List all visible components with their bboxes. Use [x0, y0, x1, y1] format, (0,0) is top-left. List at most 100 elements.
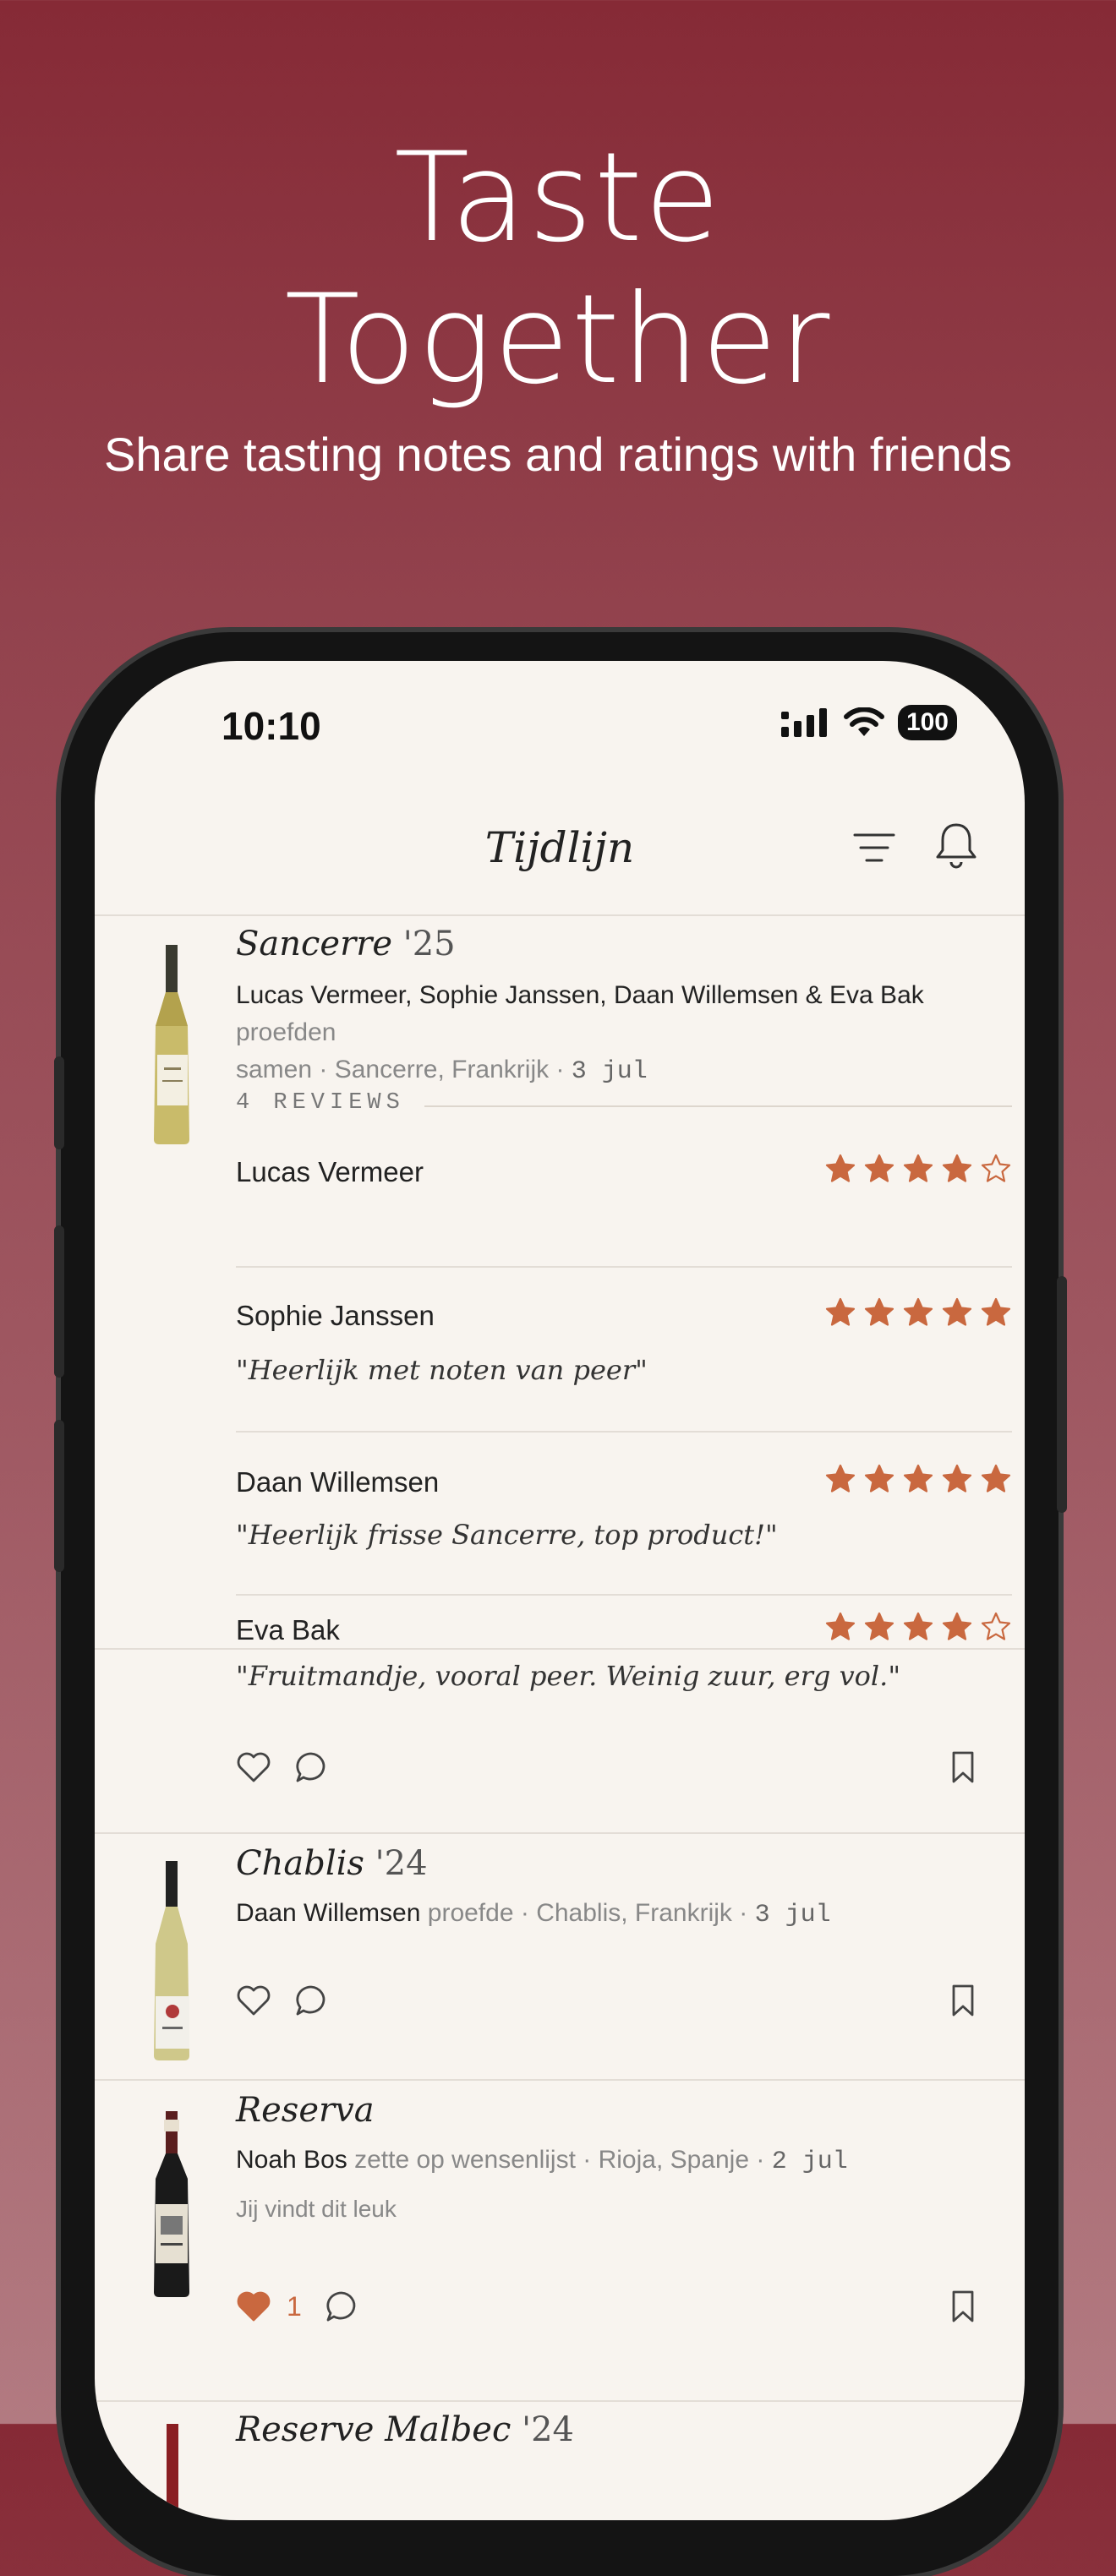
- divider: [424, 1105, 1012, 1107]
- star-filled-icon: [903, 1297, 933, 1326]
- post-date: 2 jul: [771, 2148, 848, 2176]
- post-meta: Noah Bos zette op wensenlijst · Rioja, S…: [236, 2146, 848, 2176]
- wine-name[interactable]: Chablis '24: [236, 1844, 428, 1883]
- wine-bottle-image: [154, 2111, 189, 2297]
- post-date: 3 jul: [754, 1901, 831, 1929]
- nav-bar: Tijdlijn: [95, 788, 1025, 916]
- timeline-post[interactable]: Sancerre '25 Lucas Vermeer, Sophie Janss…: [95, 916, 1025, 1650]
- wine-bottle-image: [167, 2424, 178, 2520]
- bookmark-icon[interactable]: [949, 2289, 977, 2324]
- promo-subheadline: Share tasting notes and ratings with fri…: [104, 428, 1012, 481]
- post-location: Sancerre, Frankrijk: [334, 1056, 550, 1083]
- phone-action-button: [54, 1056, 64, 1149]
- post-action: proefde: [427, 1899, 514, 1927]
- star-filled-icon: [825, 1464, 856, 1493]
- battery-indicator: 100: [897, 705, 957, 740]
- review-item: Eva Bak "Fruitmandje, vooral peer. Weini…: [236, 1611, 1012, 1741]
- post-action: zette op wensenlijst: [354, 2146, 576, 2174]
- comment-icon[interactable]: [293, 1749, 329, 1785]
- star-rating: [824, 1463, 1012, 1495]
- star-empty-icon: [981, 1154, 1011, 1182]
- star-filled-icon: [903, 1464, 933, 1493]
- review-quote: "Heerlijk frisse Sancerre, top product!": [236, 1519, 778, 1551]
- bookmark-icon[interactable]: [949, 1983, 977, 2018]
- post-actions: 1: [236, 2289, 359, 2324]
- like-count: 1: [287, 2290, 302, 2322]
- review-quote: "Fruitmandje, vooral peer. Weinig zuur, …: [236, 1660, 901, 1692]
- bookmark-icon[interactable]: [949, 1749, 977, 1785]
- reviewer-name[interactable]: Lucas Vermeer: [236, 1156, 424, 1188]
- post-action: proefden: [236, 1018, 336, 1046]
- star-filled-icon: [903, 1612, 933, 1640]
- status-bar: 10:10 100: [95, 661, 1025, 788]
- wine-vintage: '25: [402, 925, 456, 963]
- cellular-signal-icon: [780, 708, 827, 737]
- wine-title: Reserva: [236, 2091, 375, 2130]
- app-screen: 10:10 100 Tijdlijn Sancerre '25 Lucas Ve…: [95, 661, 1025, 2520]
- heart-filled-icon[interactable]: [236, 2289, 271, 2323]
- comment-icon[interactable]: [324, 2289, 359, 2324]
- wine-title: Sancerre: [236, 925, 392, 963]
- star-filled-icon: [825, 1154, 856, 1182]
- star-rating: [824, 1296, 1012, 1329]
- filter-icon[interactable]: [851, 825, 897, 870]
- headline-line-1: Taste: [394, 126, 722, 270]
- wine-vintage: '24: [375, 1844, 428, 1883]
- star-filled-icon: [903, 1154, 933, 1182]
- post-person[interactable]: Noah Bos: [236, 2146, 347, 2174]
- wine-bottle-image: [154, 945, 189, 1144]
- star-empty-icon: [981, 1612, 1011, 1640]
- star-rating: [824, 1153, 1012, 1185]
- post-actions: [236, 1983, 329, 2018]
- wine-vintage: '24: [522, 2410, 574, 2449]
- review-quote: "Heerlijk met noten van peer": [236, 1354, 648, 1386]
- wine-name[interactable]: Reserva: [236, 2091, 375, 2130]
- review-item: Daan Willemsen "Heerlijk frisse Sancerre…: [236, 1431, 1012, 1596]
- timeline-post[interactable]: Chablis '24 Daan Willemsen proefde · Cha…: [95, 1834, 1025, 2081]
- post-person[interactable]: Daan Willemsen: [236, 1899, 420, 1927]
- post-meta: Daan Willemsen proefde · Chablis, Frankr…: [236, 1899, 831, 1929]
- star-filled-icon: [981, 1464, 1011, 1493]
- heart-icon[interactable]: [236, 1984, 271, 2017]
- star-rating: [824, 1611, 1012, 1643]
- star-filled-icon: [825, 1297, 856, 1326]
- reviewer-name[interactable]: Daan Willemsen: [236, 1466, 439, 1498]
- post-meta: Lucas Vermeer, Sophie Janssen, Daan Will…: [236, 981, 924, 1086]
- wine-name[interactable]: Sancerre '25: [236, 925, 456, 963]
- star-filled-icon: [864, 1154, 894, 1182]
- post-location: Chablis, Frankrijk: [536, 1899, 732, 1927]
- wine-name[interactable]: Reserve Malbec '24: [236, 2410, 574, 2449]
- wine-title: Chablis: [236, 1844, 364, 1883]
- reviews-count-label: 4 REVIEWS: [236, 1090, 405, 1116]
- liked-by-you-note: Jij vindt dit leuk: [236, 2196, 397, 2222]
- post-location: Rioja, Spanje: [598, 2146, 750, 2174]
- phone-volume-up: [54, 1225, 64, 1378]
- heart-icon[interactable]: [236, 1750, 271, 1784]
- notifications-bell-icon[interactable]: [932, 820, 981, 872]
- post-actions: [236, 1749, 329, 1785]
- reviewer-name[interactable]: Eva Bak: [236, 1614, 340, 1646]
- star-filled-icon: [942, 1464, 972, 1493]
- post-participants[interactable]: Lucas Vermeer, Sophie Janssen, Daan Will…: [236, 981, 924, 1009]
- star-filled-icon: [864, 1297, 894, 1326]
- star-filled-icon: [864, 1464, 894, 1493]
- timeline-post[interactable]: Reserve Malbec '24: [95, 2402, 1025, 2520]
- status-icons: 100: [780, 705, 957, 740]
- post-date: 3 jul: [571, 1057, 648, 1086]
- wifi-icon: [843, 707, 884, 736]
- post-action-cont: samen: [236, 1056, 313, 1083]
- promo-headline: Taste Together: [0, 127, 1116, 411]
- star-filled-icon: [864, 1612, 894, 1640]
- phone-volume-down: [54, 1420, 64, 1572]
- status-time: 10:10: [222, 704, 321, 748]
- phone-power-button: [1057, 1276, 1067, 1513]
- star-filled-icon: [942, 1612, 972, 1640]
- reviewer-name[interactable]: Sophie Janssen: [236, 1300, 435, 1332]
- star-filled-icon: [825, 1612, 856, 1640]
- headline-line-2: Together: [284, 268, 832, 412]
- star-filled-icon: [942, 1297, 972, 1326]
- comment-icon[interactable]: [293, 1983, 329, 2018]
- timeline-post[interactable]: Reserva Noah Bos zette op wensenlijst · …: [95, 2081, 1025, 2402]
- wine-title: Reserve Malbec: [236, 2410, 512, 2449]
- review-item: Lucas Vermeer: [236, 1153, 1012, 1268]
